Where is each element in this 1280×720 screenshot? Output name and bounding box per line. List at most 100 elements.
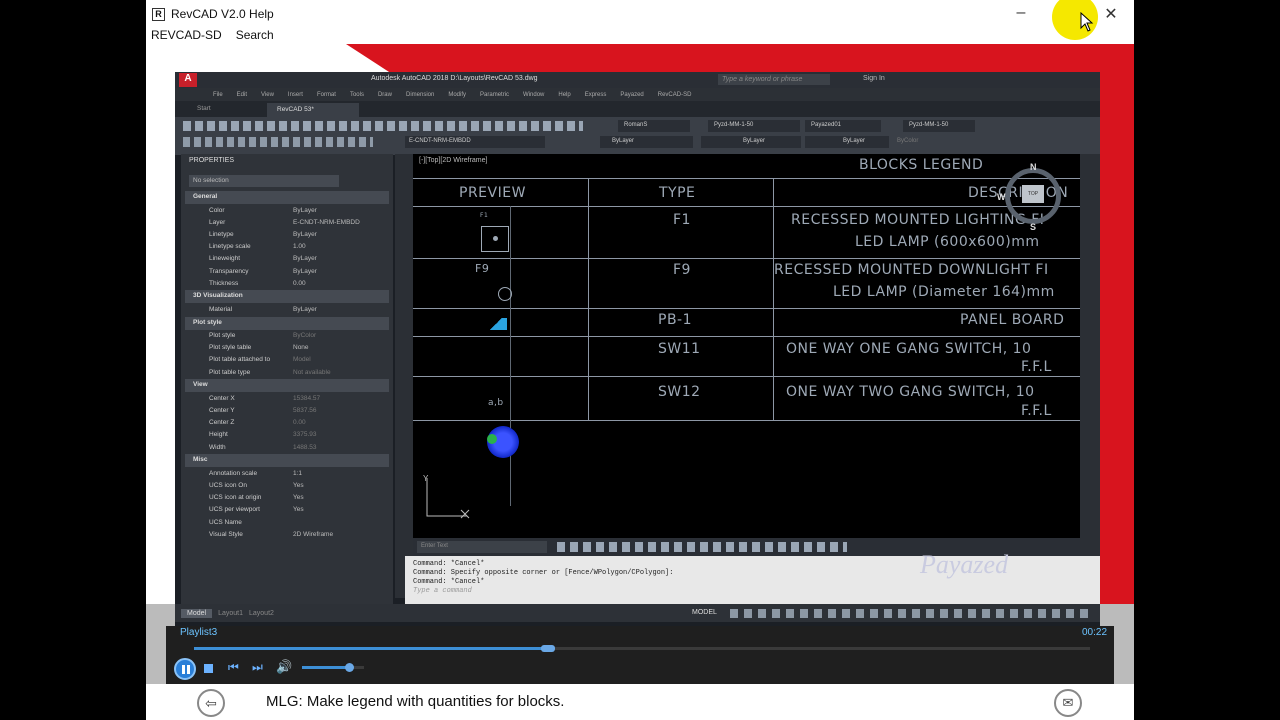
property-row[interactable]: UCS icon On Yes <box>185 479 389 491</box>
linetype-combo[interactable]: ByLayer <box>701 136 801 148</box>
property-row[interactable]: Center X 15384.57 <box>185 392 389 404</box>
selection-dropdown[interactable]: No selection <box>189 175 339 187</box>
seek-bar[interactable] <box>194 647 1090 650</box>
acad-menu-tools[interactable]: Tools <box>350 92 364 98</box>
draw-toolbar[interactable] <box>395 154 413 598</box>
property-row[interactable]: Height 3375.93 <box>185 429 389 441</box>
tab-model[interactable]: Model <box>181 608 213 618</box>
menu-search[interactable]: Search <box>236 28 274 44</box>
table-style-combo[interactable]: Payazed01 <box>805 120 881 132</box>
viewport-controls[interactable]: [-][Top][2D Wireframe] <box>419 157 487 164</box>
property-row[interactable]: Plot table type Not available <box>185 366 389 378</box>
lineweight-combo[interactable]: ByLayer <box>805 136 889 148</box>
property-row[interactable]: UCS per viewport Yes <box>185 504 389 516</box>
layer-combo[interactable]: E-CNDT-NRM-EMBDD <box>405 136 545 148</box>
back-icon[interactable]: ⇦ <box>197 689 225 717</box>
property-row[interactable]: Transparency ByLayer <box>185 265 389 277</box>
desc-sw11-line1: ONE WAY ONE GANG SWITCH, 10 <box>786 341 1032 357</box>
props-section-header[interactable]: General <box>185 191 389 204</box>
viewcube[interactable]: TOP <box>1005 168 1061 224</box>
property-key: Height <box>209 431 228 439</box>
volume-thumb[interactable] <box>344 663 354 672</box>
property-row[interactable]: UCS Name <box>185 516 389 528</box>
dim-style-combo[interactable]: Pyzd-MM-1-50 <box>708 120 800 132</box>
acad-menu-edit[interactable]: Edit <box>237 92 247 98</box>
acad-menu-draw[interactable]: Draw <box>378 92 392 98</box>
compass-west: W <box>997 192 1006 202</box>
preview-label-sw12: a,b <box>488 398 504 408</box>
plotstyle-combo[interactable]: ByColor <box>893 136 965 148</box>
acad-menu-view[interactable]: View <box>261 92 274 98</box>
property-row[interactable]: Linetype scale 1.00 <box>185 241 389 253</box>
acad-menu-revcad-sd[interactable]: RevCAD-SD <box>658 92 692 98</box>
property-value: Model <box>293 356 311 364</box>
props-section-header[interactable]: View <box>185 379 389 393</box>
acad-menu-parametric[interactable]: Parametric <box>480 92 509 98</box>
acad-menu-window[interactable]: Window <box>523 92 544 98</box>
sign-in-link[interactable]: Sign In <box>863 75 885 82</box>
property-value: ByColor <box>293 332 317 340</box>
acad-search-input[interactable]: Type a keyword or phrase <box>718 74 830 85</box>
text-tool-icons[interactable] <box>557 542 847 552</box>
close-button[interactable]: ✕ <box>1096 4 1126 24</box>
acad-menu-express[interactable]: Express <box>585 92 607 98</box>
text-style-combo[interactable]: RomanS <box>618 120 690 132</box>
property-row[interactable]: Annotation scale 1:1 <box>185 467 389 479</box>
caption-bar: MLG: Make legend with quantities for blo… <box>260 688 1018 716</box>
property-row[interactable]: Plot style ByColor <box>185 330 389 342</box>
mleader-style-combo[interactable]: Pyzd-MM-1-50 <box>903 120 975 132</box>
desc-f9-line1: RECESSED MOUNTED DOWNLIGHT FI <box>774 262 1049 278</box>
property-row[interactable]: UCS icon at origin Yes <box>185 492 389 504</box>
seek-thumb[interactable] <box>540 645 555 652</box>
viewcube-top[interactable]: TOP <box>1022 185 1044 203</box>
property-row[interactable]: Material ByLayer <box>185 303 389 315</box>
tab-layout1[interactable]: Layout1 <box>218 610 243 617</box>
layer-toolbar-icons[interactable] <box>183 137 373 147</box>
compass-south: S <box>1030 222 1037 232</box>
modify-toolbar[interactable] <box>1080 154 1100 608</box>
acad-menu-format[interactable]: Format <box>317 92 336 98</box>
property-row[interactable]: Visual Style 2D Wireframe <box>185 528 389 540</box>
property-row[interactable]: Width 1488.53 <box>185 441 389 453</box>
props-section-header[interactable]: Plot style <box>185 316 389 330</box>
props-section-header[interactable]: Misc <box>185 454 389 468</box>
status-tool-icons[interactable] <box>730 609 1090 618</box>
acad-menu-modify[interactable]: Modify <box>448 92 466 98</box>
color-combo[interactable]: ByLayer <box>600 136 693 148</box>
desc-sw12-line1: ONE WAY TWO GANG SWITCH, 10 <box>786 384 1035 400</box>
acad-menu-dimension[interactable]: Dimension <box>406 92 434 98</box>
property-row[interactable]: Thickness 0.00 <box>185 277 389 289</box>
tab-start[interactable]: Start <box>197 105 211 112</box>
property-row[interactable]: Center Y 5837.56 <box>185 404 389 416</box>
volume-slider[interactable] <box>302 666 364 669</box>
acad-menu-file[interactable]: File <box>213 92 223 98</box>
standard-toolbar-icons[interactable] <box>183 121 583 131</box>
property-row[interactable]: Center Z 0.00 <box>185 417 389 429</box>
tab-layout2[interactable]: Layout2 <box>249 610 274 617</box>
model-space-button[interactable]: MODEL <box>692 609 717 616</box>
props-section-header[interactable]: 3D Visualization <box>185 290 389 304</box>
pause-button[interactable] <box>174 658 196 680</box>
menu-revcad-sd[interactable]: REVCAD-SD <box>151 28 222 44</box>
property-row[interactable]: Plot style table None <box>185 342 389 354</box>
volume-icon[interactable]: 🔊 <box>276 659 292 675</box>
property-row[interactable]: Plot table attached to Model <box>185 354 389 366</box>
property-row[interactable]: Linetype ByLayer <box>185 228 389 240</box>
mail-icon[interactable]: ✉ <box>1054 689 1082 717</box>
tab-revcad-53[interactable]: RevCAD 53* <box>267 103 359 117</box>
property-row[interactable]: Layer E-CNDT-NRM-EMBDD <box>185 216 389 228</box>
command-input[interactable]: Type a command <box>413 587 1092 596</box>
acad-menu-insert[interactable]: Insert <box>288 92 303 98</box>
property-row[interactable]: Color ByLayer <box>185 204 389 216</box>
next-button[interactable]: ⏭ <box>252 660 263 675</box>
video-frame: A Autodesk AutoCAD 2018 D:\Layouts\RevCA… <box>175 72 1100 644</box>
acad-menu-payazed[interactable]: Payazed <box>620 92 643 98</box>
enter-text-input[interactable]: Enter Text <box>417 541 547 553</box>
property-key: Plot style <box>209 332 236 340</box>
stop-button[interactable] <box>204 664 213 673</box>
previous-button[interactable]: ⏮ <box>228 660 239 675</box>
grip-point[interactable] <box>487 434 497 444</box>
acad-menu-help[interactable]: Help <box>558 92 570 98</box>
property-row[interactable]: Lineweight ByLayer <box>185 253 389 265</box>
minimize-button[interactable]: – <box>1006 4 1036 22</box>
